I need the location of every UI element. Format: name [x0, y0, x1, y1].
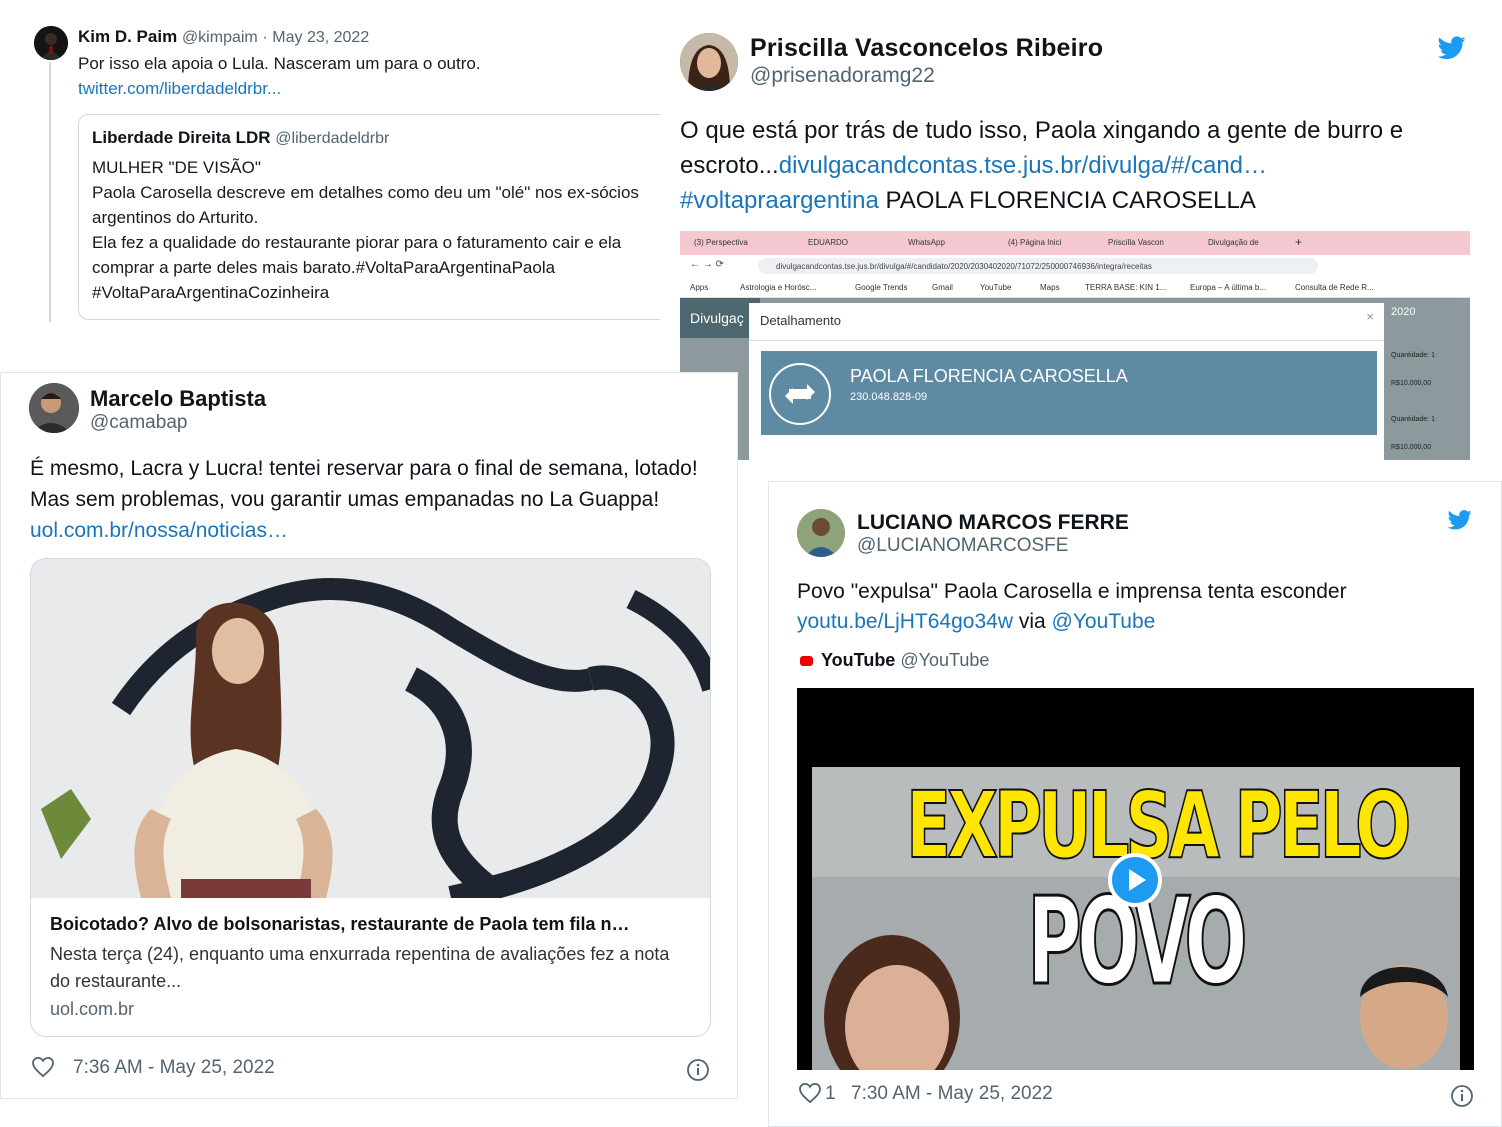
- separator: ·: [262, 29, 273, 46]
- play-button-icon[interactable]: [1108, 853, 1162, 907]
- tweet-link[interactable]: youtu.be/LjHT64go34w: [797, 610, 1013, 633]
- tweet-date[interactable]: May 23, 2022: [272, 29, 369, 46]
- bookmark: Europa – A última b...: [1190, 283, 1267, 292]
- tweet-body: O que está por trás de tudo isso, Paola …: [680, 113, 1460, 218]
- modal-title: Detalhamento: [760, 313, 841, 328]
- video-player[interactable]: EXPULSA PELO POVO: [797, 688, 1474, 1070]
- embed-source[interactable]: YouTube @YouTube: [800, 650, 989, 671]
- tweet-timestamp[interactable]: 7:30 AM - May 25, 2022: [851, 1083, 1053, 1105]
- browser-tab: Priscilla Vascon: [1108, 238, 1164, 247]
- tweet-link[interactable]: divulgacandcontas.tse.jus.br/divulga/#/c…: [779, 152, 1267, 179]
- heart-icon[interactable]: [32, 1057, 54, 1077]
- retweet-icon: [769, 363, 831, 425]
- thread-line: [49, 62, 51, 322]
- twitter-bird-icon[interactable]: [1438, 36, 1466, 60]
- tweet-text: É mesmo, Lacra y Lucra! tentei reservar …: [30, 457, 698, 511]
- new-tab-icon: +: [1295, 235, 1303, 249]
- link-preview-card[interactable]: Boicotado? Alvo de bolsonaristas, restau…: [30, 558, 711, 1037]
- bookmark: Apps: [690, 283, 709, 292]
- link-preview-image: [31, 559, 710, 898]
- browser-tab: Divulgação de: [1208, 238, 1259, 247]
- tweet-luciano-marcos: LUCIANO MARCOS FERRE @LUCIANOMARCOSFE Po…: [768, 481, 1502, 1127]
- bookmark: Astrologia e Horósc...: [740, 283, 817, 292]
- browser-tab: WhatsApp: [908, 238, 945, 247]
- quoted-header: Liberdade Direita LDR @liberdadeldrbr: [92, 128, 389, 148]
- side-label: R$10.000,00: [1391, 444, 1432, 451]
- tweet-link[interactable]: uol.com.br/nossa/noticias…: [30, 515, 720, 546]
- site-title: Divulgaç: [690, 310, 744, 326]
- twitter-bird-icon[interactable]: [1448, 510, 1472, 530]
- candidate-name: PAOLA FLORENCIA CAROSELLA: [850, 366, 1128, 386]
- candidate-cpf: 230.048.828-09: [850, 391, 928, 403]
- quoted-author-handle: @liberdadeldrbr: [275, 130, 390, 147]
- tweet-kim-paim: Kim D. Paim @kimpaim · May 23, 2022 Por …: [0, 0, 665, 322]
- heart-icon[interactable]: [799, 1083, 821, 1103]
- hashtag-link[interactable]: #voltapraargentina: [680, 187, 879, 214]
- author-handle[interactable]: @camabap: [90, 412, 187, 434]
- side-label: Quantidade: 1: [1391, 416, 1435, 423]
- side-label: Quantidade: 1: [1391, 352, 1435, 359]
- author-name[interactable]: Kim D. Paim: [78, 27, 177, 46]
- site-header: Divulgaç: [680, 298, 760, 338]
- quoted-author-name: Liberdade Direita LDR: [92, 128, 271, 147]
- avatar[interactable]: [680, 33, 738, 91]
- bookmark: TERRA BASE: KIN 1...: [1085, 283, 1167, 292]
- side-label: 2020: [1391, 306, 1416, 318]
- side-label: R$10.000,00: [1391, 380, 1432, 387]
- detail-modal: Detalhamento × PAOLA FLORENCIA CAROSELLA…: [749, 303, 1384, 460]
- browser-tab-strip: (3) Perspectiva EDUARDO WhatsApp (4) Pág…: [680, 231, 1470, 255]
- tweet-text: Por isso ela apoia o Lula. Nasceram um p…: [78, 54, 481, 73]
- via-text: via: [1012, 610, 1052, 633]
- embed-source-handle: @YouTube: [900, 650, 990, 670]
- tweet-text: Povo "expulsa" Paola Carosella e imprens…: [797, 580, 1347, 603]
- info-icon[interactable]: [1451, 1085, 1473, 1107]
- site-side-column: 2020 Quantidade: 1 R$10.000,00 Quantidad…: [1387, 298, 1470, 460]
- tweet-header: Kim D. Paim @kimpaim · May 23, 2022: [78, 27, 369, 47]
- mention-link[interactable]: @YouTube: [1052, 610, 1156, 633]
- candidate-panel: PAOLA FLORENCIA CAROSELLA 230.048.828-09: [761, 351, 1377, 435]
- tweet-priscilla: Priscilla Vasconcelos Ribeiro @prisenado…: [660, 0, 1502, 460]
- like-count: 1: [825, 1083, 836, 1104]
- quoted-tweet[interactable]: Liberdade Direita LDR @liberdadeldrbr MU…: [78, 114, 665, 320]
- avatar[interactable]: [29, 383, 79, 433]
- browser-tab: EDUARDO: [808, 238, 849, 247]
- divider: [749, 340, 1384, 341]
- author-name[interactable]: Marcelo Baptista: [90, 386, 266, 412]
- browser-tab: (3) Perspectiva: [694, 238, 748, 247]
- address-url: divulgacandcontas.tse.jus.br/divulga/#/c…: [776, 262, 1152, 271]
- quoted-text: MULHER "DE VISÃO" Paola Carosella descre…: [92, 158, 639, 302]
- attached-screenshot[interactable]: (3) Perspectiva EDUARDO WhatsApp (4) Pág…: [680, 231, 1470, 460]
- browser-address-row: ← → ⟳ divulgacandcontas.tse.jus.br/divul…: [680, 255, 1470, 277]
- info-icon[interactable]: [687, 1059, 709, 1081]
- tweet-body: Povo "expulsa" Paola Carosella e imprens…: [797, 577, 1477, 637]
- author-handle[interactable]: @LUCIANOMARCOSFE: [857, 535, 1068, 557]
- link-preview-title: Boicotado? Alvo de bolsonaristas, restau…: [50, 914, 630, 934]
- author-name[interactable]: Priscilla Vasconcelos Ribeiro: [750, 34, 1103, 63]
- bookmark: Gmail: [932, 283, 953, 292]
- tweet-body: É mesmo, Lacra y Lucra! tentei reservar …: [30, 453, 720, 546]
- embed-source-name: YouTube: [821, 650, 896, 670]
- tweet-link[interactable]: twitter.com/liberdadeldrbr...: [78, 76, 481, 101]
- tweet-body: Por isso ela apoia o Lula. Nasceram um p…: [78, 51, 481, 101]
- avatar[interactable]: [34, 26, 68, 60]
- author-handle[interactable]: @prisenadoramg22: [750, 64, 935, 88]
- avatar[interactable]: [797, 509, 845, 557]
- link-preview-description: Nesta terça (24), enquanto uma enxurrada…: [50, 944, 670, 991]
- bookmark: Google Trends: [855, 283, 908, 292]
- nav-arrows-icon: ← → ⟳: [690, 259, 724, 270]
- tweet-marcelo-baptista: Marcelo Baptista @camabap É mesmo, Lacra…: [0, 372, 738, 1099]
- close-icon: ×: [1366, 309, 1374, 324]
- author-name[interactable]: LUCIANO MARCOS FERRE: [857, 511, 1129, 535]
- address-bar: divulgacandcontas.tse.jus.br/divulga/#/c…: [758, 258, 1318, 274]
- bookmark: Consulta de Rede R...: [1295, 283, 1374, 292]
- bookmarks-bar: Apps Astrologia e Horósc... Google Trend…: [680, 277, 1470, 298]
- tweet-text-suffix: PAOLA FLORENCIA CAROSELLA: [878, 187, 1256, 214]
- youtube-logo-icon: [800, 656, 813, 666]
- browser-tab: (4) Página Inici: [1008, 238, 1062, 247]
- bookmark: YouTube: [980, 283, 1012, 292]
- link-preview-domain: uol.com.br: [50, 999, 135, 1019]
- bookmark: Maps: [1040, 283, 1060, 292]
- tweet-timestamp[interactable]: 7:36 AM - May 25, 2022: [73, 1057, 275, 1079]
- author-handle[interactable]: @kimpaim: [182, 29, 258, 46]
